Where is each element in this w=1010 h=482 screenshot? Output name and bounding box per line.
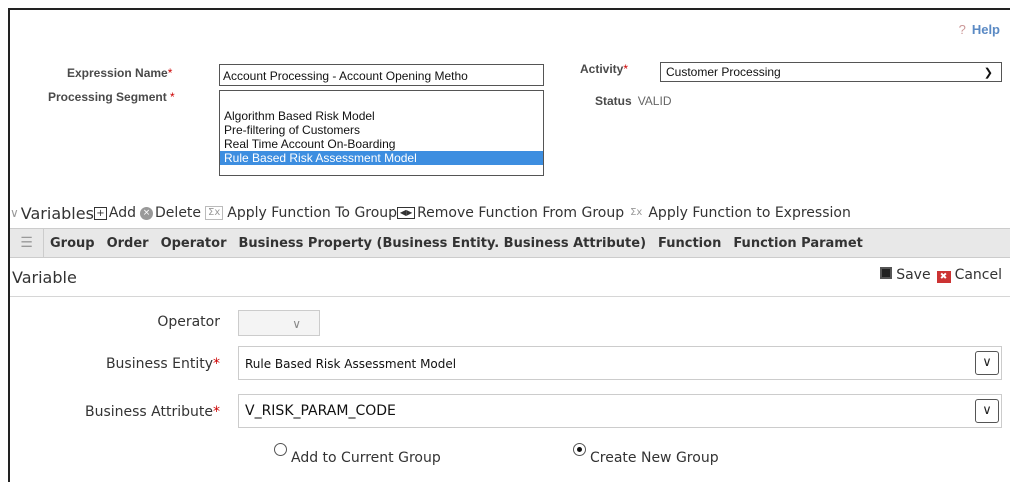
chevron-down-icon: ❯: [983, 67, 993, 79]
variables-grid-header: ☰ Group Order Operator Business Property…: [10, 228, 1010, 258]
column-header[interactable]: Operator: [155, 236, 233, 251]
column-header[interactable]: Function: [652, 236, 727, 251]
processing-segment-label: Processing Segment *: [48, 90, 175, 104]
save-icon: [880, 267, 893, 279]
apply-function-expression-button[interactable]: Σx Apply Function to Expression: [628, 205, 851, 221]
plus-icon: +: [93, 206, 107, 220]
expression-name-label: Expression Name*: [67, 66, 173, 80]
remove-function-group-button[interactable]: ◀▶ Remove Function From Group: [397, 205, 624, 221]
chevron-down-icon[interactable]: ∨: [975, 351, 999, 375]
add-button[interactable]: + Add: [93, 205, 136, 221]
radio-icon: [274, 443, 287, 456]
remove-function-icon: ◀▶: [397, 207, 416, 219]
apply-function-group-button[interactable]: Σx Apply Function To Group: [205, 205, 397, 221]
column-header[interactable]: Group: [44, 236, 101, 251]
cancel-button[interactable]: ✖ Cancel: [936, 267, 1002, 283]
business-entity-select[interactable]: Rule Based Risk Assessment Model ∨: [238, 346, 1002, 380]
segment-option[interactable]: Real Time Account On-Boarding: [220, 137, 543, 151]
variable-actions: Save ✖ Cancel: [880, 267, 1002, 283]
operator-select[interactable]: ∨: [238, 310, 320, 336]
delete-icon: ×: [140, 206, 154, 220]
save-button[interactable]: Save: [880, 267, 931, 283]
sum-icon: Σx: [205, 206, 224, 220]
variables-title: Variables: [20, 203, 94, 223]
status-field: Status VALID: [595, 94, 671, 108]
business-entity-label: Business Entity*: [105, 356, 220, 372]
activity-select[interactable]: Customer Processing ❯: [660, 62, 1002, 82]
column-header[interactable]: Business Property (Business Entity. Busi…: [233, 236, 653, 251]
add-to-current-group-radio[interactable]: Add to Current Group: [274, 443, 441, 466]
segment-option[interactable]: Algorithm Based Risk Model: [220, 109, 543, 123]
expression-window: ? Help Expression Name* Account Processin…: [8, 8, 1010, 482]
variables-toolbar: ∨ Variables + Add × Delete Σx Apply Functio…: [10, 200, 1010, 226]
sum-icon: Σx: [630, 207, 643, 218]
help-icon: ?: [958, 22, 966, 37]
business-attribute-select[interactable]: V_RISK_PARAM_CODE ∨: [238, 394, 1002, 428]
divider: [10, 296, 1010, 297]
business-attribute-label: Business Attribute*: [84, 404, 220, 420]
column-header[interactable]: Order: [101, 236, 155, 251]
radio-selected-icon: [573, 443, 586, 456]
segment-option-selected[interactable]: Rule Based Risk Assessment Model: [220, 151, 543, 165]
chevron-down-icon[interactable]: ∨: [975, 399, 999, 423]
variable-title: Variable: [12, 268, 77, 287]
status-value: VALID: [637, 94, 672, 108]
chevron-down-icon: ∨: [292, 317, 301, 331]
column-header[interactable]: Function Paramet: [727, 236, 869, 251]
tree-icon[interactable]: ☰: [10, 228, 44, 258]
expression-name-input[interactable]: Account Processing - Account Opening Met…: [219, 64, 544, 86]
cancel-icon: ✖: [936, 271, 951, 283]
processing-segment-listbox[interactable]: Algorithm Based Risk Model Pre-filtering…: [219, 90, 544, 176]
status-label: Status: [595, 94, 632, 108]
activity-label: Activity*: [580, 62, 629, 76]
help-link[interactable]: ? Help: [959, 22, 1000, 37]
collapse-icon[interactable]: ∨: [10, 206, 19, 220]
delete-button[interactable]: × Delete: [140, 205, 201, 221]
operator-label: Operator: [157, 314, 220, 330]
create-new-group-radio[interactable]: Create New Group: [573, 443, 719, 466]
segment-option[interactable]: Pre-filtering of Customers: [220, 123, 543, 137]
